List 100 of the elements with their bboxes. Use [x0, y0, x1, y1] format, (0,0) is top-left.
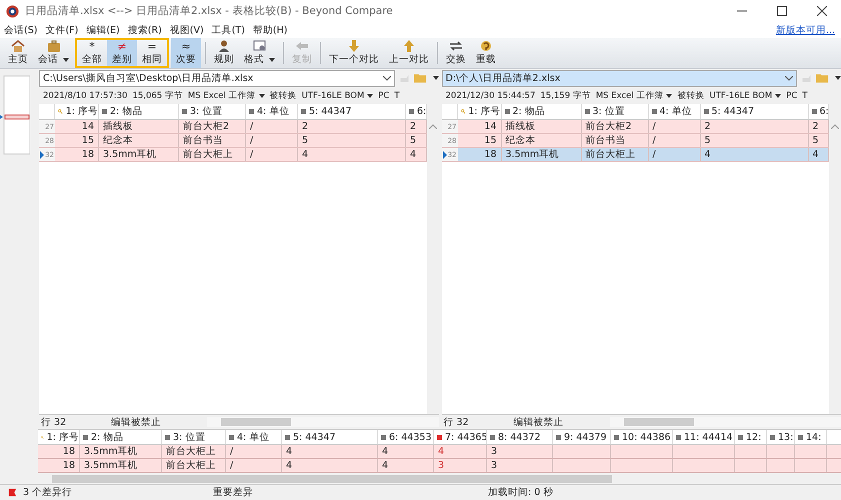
- toolbar-button[interactable]: 规则: [210, 38, 238, 68]
- column-header[interactable]: 5: 44347: [700, 104, 808, 119]
- table-cell: 3.5mm耳机: [99, 148, 179, 161]
- column-header[interactable]: 1: 序号: [458, 104, 502, 119]
- column-header[interactable]: 10: 44386: [611, 430, 673, 444]
- table-cell: 4: [700, 148, 808, 161]
- column-mark-icon: [652, 109, 656, 114]
- chevron-up-icon: [428, 124, 436, 129]
- table-cell: 5: [298, 134, 406, 147]
- swap-icon: [449, 40, 463, 52]
- menu-item[interactable]: 编辑(E): [86, 24, 120, 36]
- filter-button[interactable]: ≠ 差别: [107, 40, 137, 66]
- toolbar-button[interactable]: 上一对比: [385, 38, 433, 68]
- column-header[interactable]: 3: 位置: [582, 104, 648, 119]
- column-header[interactable]: 3: 位置: [179, 104, 246, 119]
- caret-icon: [775, 94, 782, 98]
- menu-item[interactable]: 视图(V): [170, 24, 204, 36]
- menu-item[interactable]: 文件(F): [45, 24, 78, 36]
- menu-item[interactable]: 工具(T): [212, 24, 245, 36]
- folder-icon[interactable]: [816, 72, 829, 84]
- table-cell: 4: [282, 459, 378, 472]
- format-dropdown[interactable]: MS Excel 工作簿: [188, 90, 265, 102]
- horizontal-scrollbar[interactable]: [610, 417, 841, 427]
- column-header[interactable]: 1: 序号: [38, 430, 80, 444]
- caret-icon: [367, 94, 374, 98]
- table-cell: /: [226, 459, 282, 472]
- table-cell: 18: [55, 148, 99, 161]
- app-logo-icon: [6, 4, 19, 18]
- column-header[interactable]: 11: 44414: [673, 430, 735, 444]
- table-cell: 前台大柜上: [162, 459, 226, 472]
- toolbar-button[interactable]: 格式: [240, 38, 279, 68]
- column-header[interactable]: 4: 单位: [648, 104, 700, 119]
- toolbar-button[interactable]: 交换: [442, 38, 470, 68]
- menu-item[interactable]: 帮助(H): [252, 24, 288, 36]
- close-icon[interactable]: [817, 6, 827, 16]
- caret-icon[interactable]: [432, 76, 438, 80]
- column-header[interactable]: 2: 物品: [502, 104, 582, 119]
- folder-icon[interactable]: [414, 72, 426, 84]
- arrow-left-icon: [295, 40, 309, 52]
- toolbar-button[interactable]: 主页: [4, 38, 32, 68]
- caret-icon: [258, 94, 265, 98]
- cursor-position: 行 32: [442, 416, 470, 428]
- caret-icon[interactable]: [835, 76, 841, 80]
- encoding-dropdown[interactable]: UTF-16LE BOM: [302, 90, 374, 100]
- column-header[interactable]: 2: 物品: [99, 104, 179, 119]
- filter-button[interactable]: * 全部: [77, 40, 107, 66]
- column-header[interactable]: 8: 44372: [487, 430, 553, 444]
- column-header[interactable]: 3: 位置: [162, 430, 226, 444]
- column-header[interactable]: 4: 单位: [246, 104, 298, 119]
- info-label: T: [394, 90, 400, 100]
- toolbar-button[interactable]: 下一个对比: [325, 38, 383, 68]
- minor-toggle-button[interactable]: ≈ 次要: [171, 38, 201, 68]
- table-cell: 前台书当: [179, 134, 246, 147]
- maximize-icon[interactable]: [777, 6, 787, 16]
- filter-button[interactable]: = 相同: [137, 40, 167, 66]
- column-header[interactable]: 1: 序号: [55, 104, 99, 119]
- table-cell: 插线板: [502, 120, 582, 133]
- vertical-scrollbar[interactable]: [829, 104, 841, 414]
- table-cell: 纪念本: [99, 134, 179, 147]
- column-header[interactable]: 4: 单位: [226, 430, 282, 444]
- briefcase-icon: [46, 40, 60, 52]
- format-dropdown[interactable]: MS Excel 工作簿: [596, 90, 672, 102]
- column-mark-icon: [301, 109, 306, 114]
- column-mark-icon: [249, 109, 254, 114]
- difference-count: 3 个差异行: [23, 486, 72, 499]
- toolbar-button[interactable]: 会话: [34, 38, 73, 68]
- file-size: 15,159 字节: [540, 90, 591, 102]
- update-link[interactable]: 新版本可用...: [776, 24, 841, 36]
- column-header[interactable]: 6: 44353: [378, 430, 434, 444]
- file-date: 2021/12/30 15:44:57: [446, 90, 536, 100]
- path-field[interactable]: C:\Users\撕风自习室\Desktop\日用品清单.xlsx: [39, 70, 394, 86]
- table-cell: 15: [458, 134, 502, 147]
- path-field[interactable]: D:\个人\日用品清单2.xlsx: [442, 70, 797, 86]
- table-cell: 4: [282, 445, 378, 458]
- caret-icon: [666, 94, 672, 98]
- chevron-down-icon: [382, 76, 390, 80]
- column-mark-icon: [704, 109, 708, 114]
- column-mark-icon: [812, 109, 816, 114]
- table-cell: 14: [458, 120, 502, 133]
- column-header[interactable]: 2: 物品: [80, 430, 162, 444]
- horizontal-scrollbar[interactable]: [207, 417, 438, 427]
- table-cell: 18: [38, 445, 80, 458]
- house-icon: [11, 40, 25, 52]
- column-header[interactable]: 12:: [735, 430, 767, 444]
- column-mark-icon: [409, 109, 414, 114]
- toolbar-button[interactable]: 重载: [472, 38, 500, 68]
- column-header[interactable]: 13:: [767, 430, 795, 444]
- table-cell: 纪念本: [502, 134, 582, 147]
- column-header[interactable]: 14:: [795, 430, 827, 444]
- horizontal-scrollbar[interactable]: [38, 473, 841, 484]
- column-header[interactable]: 5: 44347: [282, 430, 378, 444]
- menu-item[interactable]: 会话(S): [4, 24, 38, 36]
- column-header[interactable]: 5: 44347: [298, 104, 406, 119]
- table-cell: 前台大柜上: [582, 148, 648, 161]
- table-cell: 4: [378, 445, 434, 458]
- encoding-dropdown[interactable]: UTF-16LE BOM: [709, 90, 782, 100]
- table-cell: 3.5mm耳机: [502, 148, 582, 161]
- column-header[interactable]: 9: 44379: [553, 430, 611, 444]
- flag-icon: [8, 488, 17, 497]
- menu-item[interactable]: 搜索(R): [128, 24, 162, 36]
